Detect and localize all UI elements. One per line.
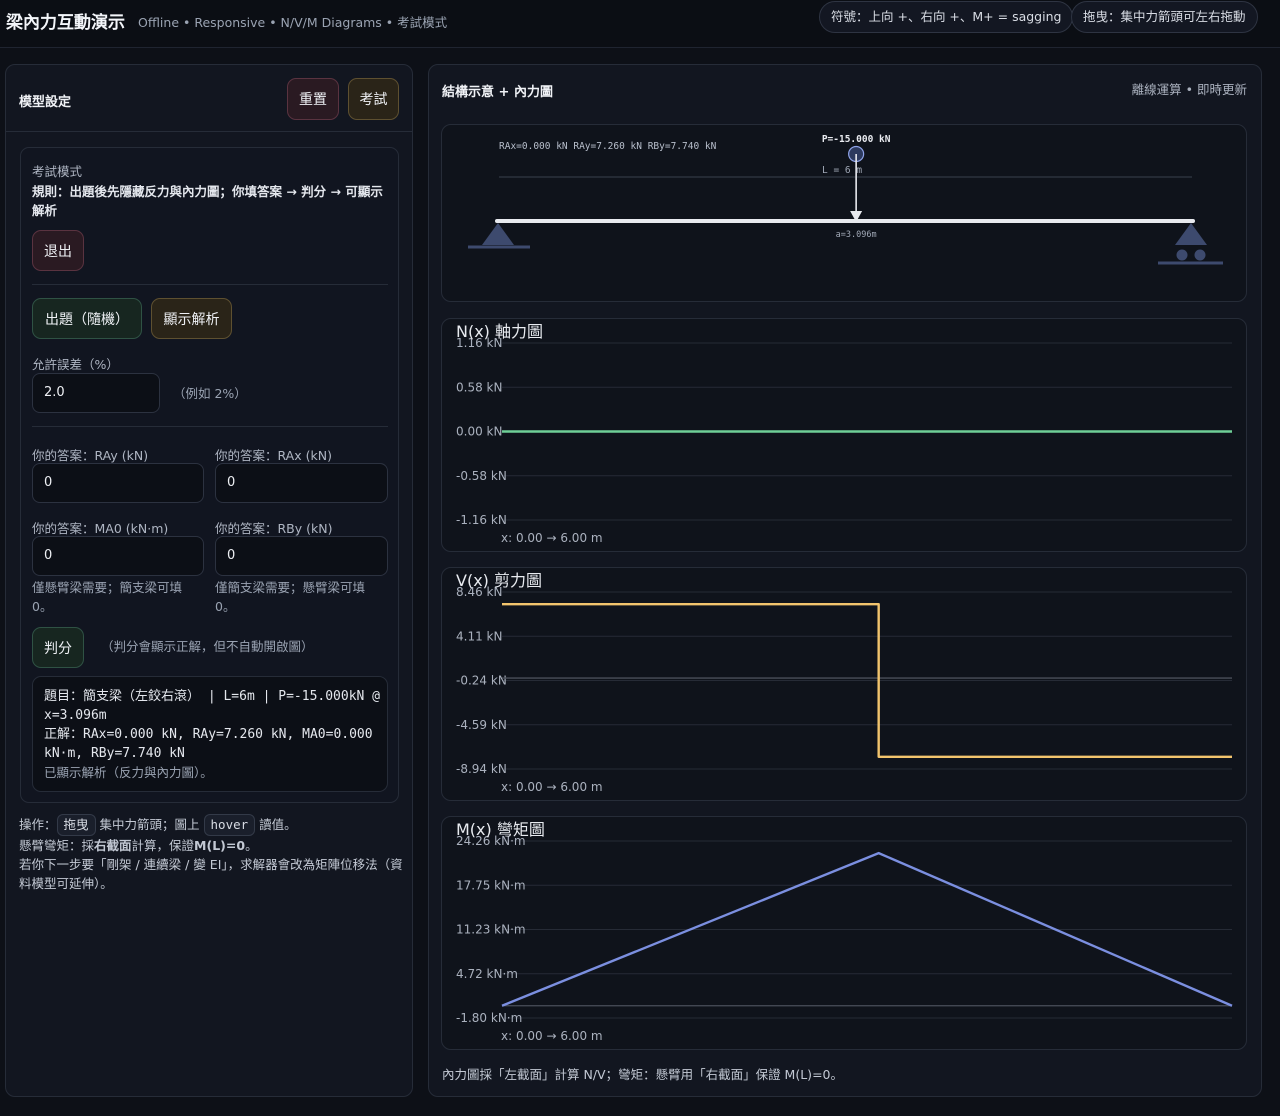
panel-title: 模型設定 bbox=[19, 95, 72, 110]
bending-moment-diagram: 24.26 kN·m 17.75 kN·m 11.23 kN·m 4.72 kN·m -… bbox=[441, 816, 1247, 1050]
load-label: P=-15.000 kN bbox=[822, 134, 891, 145]
sign-convention-pill: 符號：上向 +、右向 +、M+ = sagging bbox=[819, 1, 1074, 33]
answer-rax-label: 你的答案：RAx (kN) bbox=[215, 448, 332, 463]
generate-problem-button[interactable]: 出題（隨機） bbox=[32, 298, 142, 339]
x-range-label: x: 0.00 → 6.00 m bbox=[501, 1029, 603, 1043]
y-tick-label: 4.72 kN·m bbox=[456, 967, 518, 981]
exam-mode-card: 考試模式 規則：出題後先隱藏反力與內力圖；你填答案 → 判分 → 可顯示解析 退… bbox=[20, 147, 399, 803]
tolerance-input[interactable]: 2.0 bbox=[32, 373, 160, 413]
y-tick-label: -0.58 kN bbox=[456, 469, 507, 483]
diagram-footer-note: 內力圖採「左截面」計算 N/V；彎矩：懸臂用「右截面」保證 M(L)=0。 bbox=[442, 1067, 843, 1082]
x-range-label: x: 0.00 → 6.00 m bbox=[501, 780, 603, 794]
roller-wheel bbox=[1176, 249, 1188, 261]
axial-force-diagram: 1.16 kN 0.58 kN 0.00 kN -0.58 kN -1.16 kN N(x… bbox=[441, 318, 1247, 552]
load-position-label: a=3.096m bbox=[836, 230, 877, 240]
answer-rax-input[interactable]: 0 bbox=[215, 463, 388, 503]
result-status: 已顯示解析（反力與內力圖）。 bbox=[44, 765, 213, 780]
help-line-cantilever: 懸臂彎矩：採右截面計算，保證M(L)=0。 bbox=[19, 838, 258, 853]
answer-ray-label: 你的答案：RAy (kN) bbox=[32, 448, 149, 463]
app-title: 梁內力互動演示 bbox=[6, 13, 125, 33]
app-subtitle: Offline • Responsive • N/V/M Diagrams • … bbox=[138, 15, 448, 30]
structure-svg: RAx=0.000 kN RAy=7.260 kN RBy=7.740 kN L… bbox=[468, 134, 1223, 265]
note-cantilever: 僅懸臂梁需要；簡支梁可填 0。 bbox=[32, 580, 183, 614]
grade-button[interactable]: 判分 bbox=[32, 627, 84, 668]
exam-button[interactable]: 考試 bbox=[348, 78, 399, 120]
shear-force-diagram: 8.46 kN 4.11 kN -0.24 kN -4.59 kN -8.94 kN V(… bbox=[441, 567, 1247, 801]
shear-chart[interactable]: 8.46 kN4.11 kN-0.24 kN-4.59 kN-8.94 kNV(… bbox=[442, 568, 1248, 802]
diagram-panel-title: 結構示意 + 內力圖 bbox=[442, 85, 553, 100]
chart-title: N(x) 軸力圖 bbox=[456, 322, 543, 341]
model-settings-panel: 模型設定 重置 考試 考試模式 規則：出題後先隱藏反力與內力圖；你填答案 → 判… bbox=[5, 64, 413, 1097]
result-answer: 正解：RAx=0.000 kN, RAy=7.260 kN, MA0=0.000… bbox=[44, 727, 373, 761]
point-load-arrow[interactable]: P=-15.000 kN a=3.096m bbox=[822, 134, 891, 240]
exam-rule: 規則：出題後先隱藏反力與內力圖；你填答案 → 判分 → 可顯示解析 bbox=[32, 184, 383, 218]
answer-ma0-input[interactable]: 0 bbox=[32, 536, 204, 576]
y-tick-label: 4.11 kN bbox=[456, 629, 502, 643]
y-tick-label: 11.23 kN·m bbox=[456, 923, 526, 937]
answer-ray-input[interactable]: 0 bbox=[32, 463, 204, 503]
help-line-ops: 操作： 拖曳 集中力箭頭；圖上 hover 讀值。 bbox=[19, 814, 404, 836]
moment-chart[interactable]: 24.26 kN·m17.75 kN·m11.23 kN·m4.72 kN·m-… bbox=[442, 817, 1248, 1051]
roller-wheel bbox=[1194, 249, 1206, 261]
y-tick-label: -4.59 kN bbox=[456, 718, 507, 732]
reactions-text: RAx=0.000 kN RAy=7.260 kN RBy=7.740 kN bbox=[499, 141, 717, 152]
exit-button[interactable]: 退出 bbox=[32, 230, 84, 271]
answer-rby-input[interactable]: 0 bbox=[215, 536, 388, 576]
y-tick-label: -0.24 kN bbox=[456, 674, 507, 688]
tolerance-hint: （例如 2%） bbox=[173, 386, 247, 401]
help-line-extend: 若你下一步要「剛架 / 連續梁 / 變 EI」，求解器會改為矩陣位移法（資料模型… bbox=[19, 857, 403, 891]
roller-support bbox=[1175, 223, 1207, 245]
y-tick-label: 0.58 kN bbox=[456, 380, 502, 394]
diagram-status: 離線運算 • 即時更新 bbox=[1131, 82, 1247, 97]
axial-chart[interactable]: 1.16 kN0.58 kN0.00 kN-0.58 kN-1.16 kNN(x… bbox=[442, 319, 1248, 553]
pin-support bbox=[482, 223, 514, 245]
hover-chip: hover bbox=[203, 814, 256, 836]
top-bar: 梁內力互動演示 Offline • Responsive • N/V/M Dia… bbox=[0, 0, 1280, 48]
result-problem: 題目：簡支梁（左鉸右滾） | L=6m | P=-15.000kN @ x=3.… bbox=[44, 689, 381, 723]
reset-button[interactable]: 重置 bbox=[287, 78, 339, 120]
result-box: 題目：簡支梁（左鉸右滾） | L=6m | P=-15.000kN @ x=3.… bbox=[32, 676, 388, 792]
drag-hint-pill: 拖曳：集中力箭頭可左右拖動 bbox=[1071, 1, 1258, 33]
grade-hint: （判分會顯示正解，但不自動開啟圖） bbox=[101, 639, 314, 654]
divider bbox=[32, 426, 388, 427]
divider bbox=[6, 131, 412, 132]
y-tick-label: 0.00 kN bbox=[456, 425, 502, 439]
help-text: 操作： 拖曳 集中力箭頭；圖上 hover 讀值。 懸臂彎矩：採右截面計算，保證M… bbox=[19, 814, 404, 893]
note-simple: 僅簡支梁需要；懸臂梁可填 0。 bbox=[215, 580, 366, 614]
tolerance-label: 允許誤差（%） bbox=[32, 357, 119, 372]
answer-rby-label: 你的答案：RBy (kN) bbox=[215, 521, 333, 536]
divider bbox=[32, 284, 388, 285]
y-tick-label: 17.75 kN·m bbox=[456, 878, 526, 892]
show-solution-button[interactable]: 顯示解析 bbox=[151, 298, 232, 339]
y-tick-label: -8.94 kN bbox=[456, 762, 507, 776]
exam-heading: 考試模式 bbox=[32, 164, 83, 179]
y-tick-label: -1.80 kN·m bbox=[456, 1011, 522, 1025]
chart-title: M(x) 彎矩圖 bbox=[456, 820, 545, 839]
structure-sketch: RAx=0.000 kN RAy=7.260 kN RBy=7.740 kN L… bbox=[441, 124, 1247, 302]
drag-chip: 拖曳 bbox=[56, 814, 96, 836]
y-tick-label: -1.16 kN bbox=[456, 513, 507, 527]
answer-ma0-label: 你的答案：MA0 (kN·m) bbox=[32, 521, 169, 536]
x-range-label: x: 0.00 → 6.00 m bbox=[501, 531, 603, 545]
chart-title: V(x) 剪力圖 bbox=[456, 571, 542, 590]
